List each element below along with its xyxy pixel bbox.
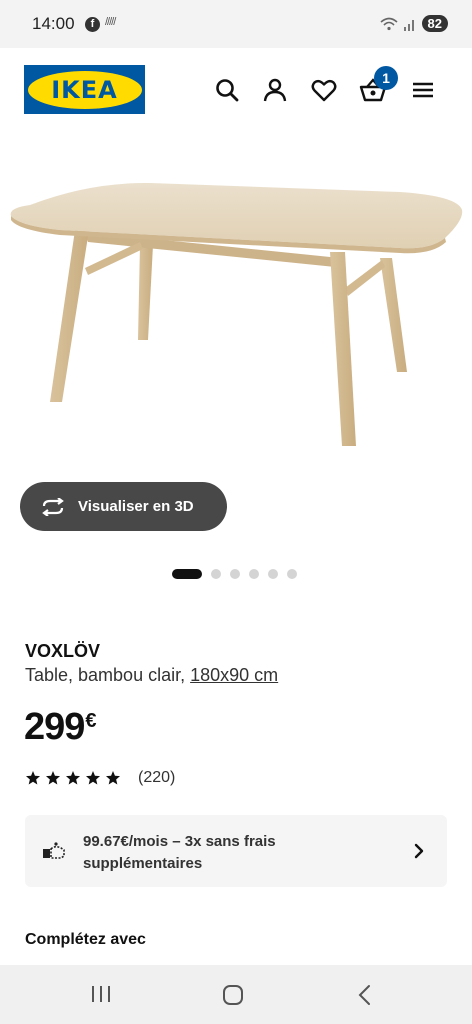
carousel-dot[interactable] (211, 569, 221, 579)
site-header: IKEA 1 (0, 48, 472, 138)
product-rating[interactable]: (220) (25, 769, 175, 787)
carousel-dot[interactable] (268, 569, 278, 579)
rotate-3d-icon (42, 497, 64, 516)
visualize-3d-button[interactable]: Visualiser en 3D (20, 482, 227, 531)
product-name: VOXLÖV (25, 641, 101, 661)
visualize-3d-label: Visualiser en 3D (78, 498, 194, 515)
star-icon (106, 771, 120, 785)
heart-icon[interactable] (310, 76, 338, 104)
back-icon[interactable] (356, 984, 374, 1006)
carousel-dot[interactable] (249, 569, 259, 579)
product-price: 299€ (24, 706, 97, 749)
complete-with-heading: Complétez avec (25, 931, 146, 948)
product-description-text: Table, bambou clair, (25, 665, 186, 685)
search-icon[interactable] (213, 76, 241, 104)
star-icon (86, 771, 100, 785)
ikea-logo[interactable]: IKEA (24, 65, 145, 114)
star-icon (66, 771, 80, 785)
product-dimensions-link[interactable]: 180x90 cm (190, 665, 278, 685)
carousel-dot[interactable] (230, 569, 240, 579)
signal-small-icon: ///// (105, 16, 116, 28)
logo-oval: IKEA (27, 70, 142, 109)
financing-text: 99.67€/mois – 3x sans frais supplémentai… (83, 831, 276, 875)
star-icon (46, 771, 60, 785)
system-nav-bar (0, 965, 472, 1024)
carousel-dot-active[interactable] (172, 569, 202, 579)
price-value: 299 (24, 706, 85, 748)
cart-count-badge: 1 (374, 66, 398, 90)
signal-icon (403, 19, 414, 31)
financing-line-2: supplémentaires (83, 855, 203, 872)
chevron-right-icon (414, 843, 424, 859)
piggy-bank-icon (43, 842, 65, 859)
logo-text: IKEA (51, 75, 118, 104)
status-time: 14:00 (32, 14, 75, 33)
product-description: Table, bambou clair, 180x90 cm (25, 665, 278, 686)
star-icon (26, 771, 40, 785)
product-image[interactable] (0, 150, 472, 470)
menu-icon[interactable] (409, 76, 437, 104)
status-right: 82 (380, 15, 448, 32)
financing-offer[interactable]: 99.67€/mois – 3x sans frais supplémentai… (25, 815, 447, 887)
financing-line-1: 99.67€/mois – 3x sans frais (83, 833, 276, 850)
price-currency: € (85, 710, 96, 732)
status-bar: 14:00 f ///// 82 (0, 0, 472, 48)
rating-count: (220) (138, 769, 176, 786)
battery-indicator: 82 (421, 15, 448, 32)
wifi-icon (380, 17, 398, 30)
account-icon[interactable] (261, 76, 289, 104)
carousel-dot[interactable] (287, 569, 297, 579)
recent-apps-icon[interactable] (90, 984, 112, 1004)
facebook-icon: f (85, 17, 100, 32)
carousel-indicator (172, 569, 297, 579)
home-icon[interactable] (222, 984, 244, 1006)
